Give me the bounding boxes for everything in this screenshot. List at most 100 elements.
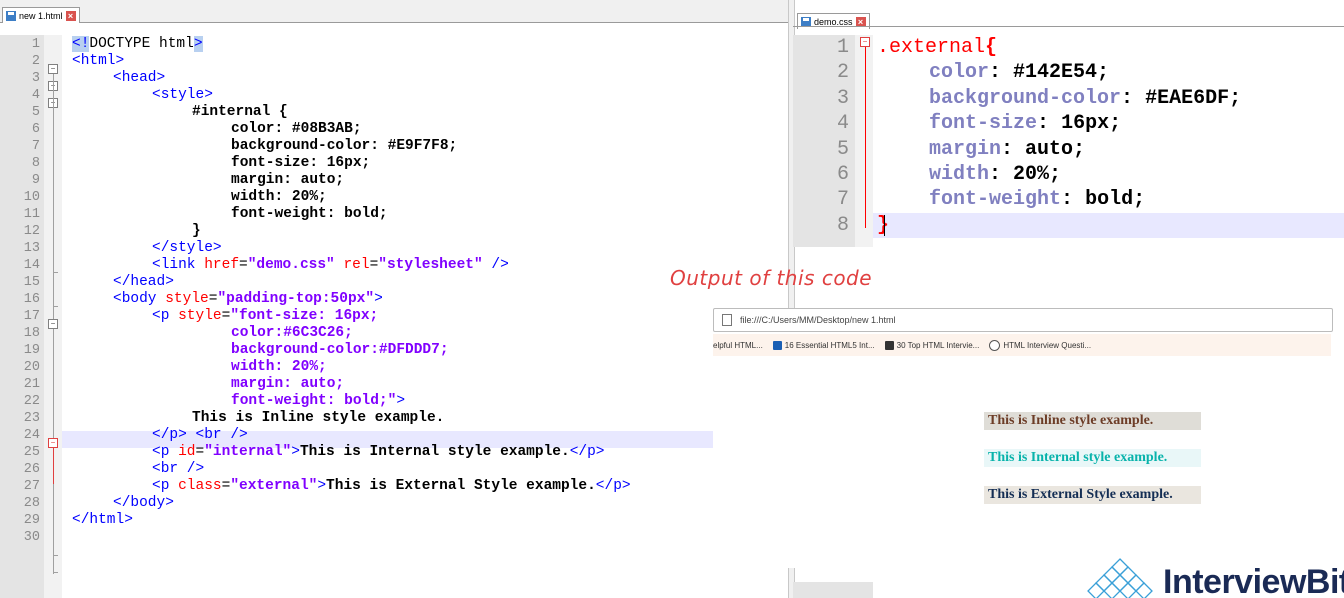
line-number: 8 — [31, 156, 40, 171]
code-line-10[interactable]: width: 20%; — [231, 189, 327, 206]
line-number: 12 — [23, 224, 40, 239]
code-line-26[interactable]: <br /> — [152, 461, 204, 478]
css-line-3[interactable]: background-color: #EAE6DF; — [929, 86, 1241, 112]
external-style-paragraph: This is External Style example. — [984, 486, 1201, 504]
css-line-number: 4 — [836, 112, 849, 136]
css-line-2[interactable]: color: #142E54; — [929, 60, 1109, 86]
doctype-text: DOCTYPE html — [89, 36, 194, 52]
bookmark-icon — [989, 339, 1001, 351]
line-number: 13 — [23, 241, 40, 256]
fold-toggle-html[interactable]: − — [48, 64, 58, 74]
code-line-7[interactable]: background-color: #E9F7F8; — [231, 138, 457, 155]
code-line-6[interactable]: color: #08B3AB; — [231, 121, 362, 138]
code-line-2[interactable]: <html> — [72, 53, 124, 70]
css-current-line-highlight — [873, 213, 1344, 238]
line-number: 15 — [23, 275, 40, 290]
css-line-number: 5 — [836, 137, 849, 161]
tab-new-1-html[interactable]: new 1.html × — [2, 7, 80, 23]
bookmark-icon — [772, 340, 782, 350]
code-line-19[interactable]: background-color:#DFDDD7; — [231, 342, 449, 359]
doctype-open: <! — [72, 36, 90, 52]
internal-text: This is Internal style example. — [299, 444, 570, 460]
bookmark-2[interactable]: 16 Essential HTML5 Int... — [772, 340, 875, 350]
class-value: "external" — [230, 478, 318, 494]
fold-end-style — [53, 272, 58, 273]
css-line-5[interactable]: margin: auto; — [929, 137, 1085, 163]
code-line-28[interactable]: </body> — [113, 495, 174, 512]
code-line-16[interactable]: <body style="padding-top:50px"> — [113, 291, 383, 308]
fold-end-head — [53, 306, 58, 307]
bookmark-3[interactable]: 30 Top HTML Intervie... — [884, 340, 979, 350]
bookmark-1[interactable]: elpful HTML... — [713, 341, 763, 350]
css-fold-toggle[interactable]: − — [860, 37, 870, 47]
style-attr: style — [178, 308, 222, 324]
css-property: background-color — [929, 86, 1122, 110]
line-number: 16 — [23, 292, 40, 307]
equals: = — [195, 444, 205, 460]
css-line-7[interactable]: font-weight: bold; — [929, 187, 1145, 213]
css-value: #EAE6DF; — [1145, 86, 1242, 110]
code-line-4[interactable]: <style> — [152, 87, 213, 104]
equals: = — [239, 257, 248, 273]
code-line-11[interactable]: font-weight: bold; — [231, 206, 388, 223]
code-line-12[interactable]: } — [192, 223, 201, 240]
code-line-20[interactable]: width: 20%; — [231, 359, 327, 376]
close-brace: } — [877, 214, 890, 237]
save-file-icon — [801, 16, 811, 27]
line-number: 6 — [31, 122, 40, 137]
p-end-tag: </p> — [152, 427, 187, 443]
line-number: 25 — [23, 445, 40, 460]
p-tag: <p — [152, 444, 179, 460]
css-fold-margin — [855, 35, 873, 247]
link-tag: <link — [152, 257, 205, 273]
bookmark-4[interactable]: HTML Interview Questi... — [989, 339, 1091, 351]
code-line-25[interactable]: <p id="internal">This is Internal style … — [152, 444, 605, 461]
css-property: font-weight — [929, 188, 1062, 212]
code-line-27[interactable]: <p class="external">This is External Sty… — [152, 478, 631, 495]
code-line-8[interactable]: font-size: 16px; — [231, 155, 370, 172]
css-value: 20%; — [1013, 163, 1062, 186]
code-line-18[interactable]: color:#6C3C26; — [231, 325, 353, 342]
fold-toggle-p[interactable]: − — [48, 438, 58, 448]
code-line-29[interactable]: </html> — [72, 512, 133, 529]
address-bar[interactable]: file:///C:/Users/MM/Desktop/new 1.html — [713, 308, 1333, 332]
close-tab-icon[interactable]: × — [65, 10, 76, 21]
code-line-22[interactable]: font-weight: bold;"> — [231, 393, 405, 410]
code-line-9[interactable]: margin: auto; — [231, 172, 344, 189]
rel-value: "stylesheet" — [378, 257, 483, 273]
left-tab-bar: new 1.html × — [0, 0, 788, 23]
css-line-8[interactable]: } — [877, 213, 889, 239]
left-editor-pane: new 1.html × − − − − − 1 2 3 4 5 6 7 8 9 10 11 12 13… — [0, 0, 788, 598]
line-number: 5 — [31, 105, 40, 120]
code-line-24[interactable]: </p> <br /> — [152, 427, 248, 444]
code-line-1[interactable]: <!DOCTYPE html> — [72, 36, 203, 53]
line-number: 7 — [31, 139, 40, 154]
css-line-4[interactable]: font-size: 16px; — [929, 111, 1121, 137]
line-number: 9 — [31, 173, 40, 188]
code-line-15[interactable]: </head> — [113, 274, 174, 291]
fold-toggle-body[interactable]: − — [48, 319, 58, 329]
code-line-13[interactable]: </style> — [152, 240, 222, 257]
id-attr: id — [178, 444, 196, 460]
class-attr: class — [178, 478, 222, 494]
code-line-23[interactable]: This is Inline style example. — [192, 410, 444, 427]
css-value: 16px; — [1061, 112, 1122, 136]
css-line-6[interactable]: width: 20%; — [929, 162, 1061, 188]
css-gutter-bottom — [793, 582, 873, 598]
tab-label: new 1.html — [19, 10, 63, 21]
css-line-1[interactable]: .external{ — [877, 35, 997, 61]
line-number: 30 — [23, 530, 40, 545]
body-close-bracket: > — [374, 291, 383, 307]
doctype-close: > — [193, 36, 203, 52]
code-line-3[interactable]: <head> — [113, 70, 165, 87]
href-value: "demo.css" — [247, 257, 335, 273]
line-number: 3 — [31, 71, 40, 86]
code-line-14[interactable]: <link href="demo.css" rel="stylesheet" /… — [152, 257, 509, 274]
href-attr: href — [204, 257, 240, 273]
code-line-5[interactable]: #internal { — [192, 104, 288, 121]
id-value: "internal" — [204, 444, 292, 460]
code-line-17[interactable]: <p style="font-size: 16px; — [152, 308, 378, 325]
code-line-21[interactable]: margin: auto; — [231, 376, 344, 393]
bookmark-icon — [884, 340, 894, 350]
close-tab-icon[interactable]: × — [855, 16, 866, 27]
